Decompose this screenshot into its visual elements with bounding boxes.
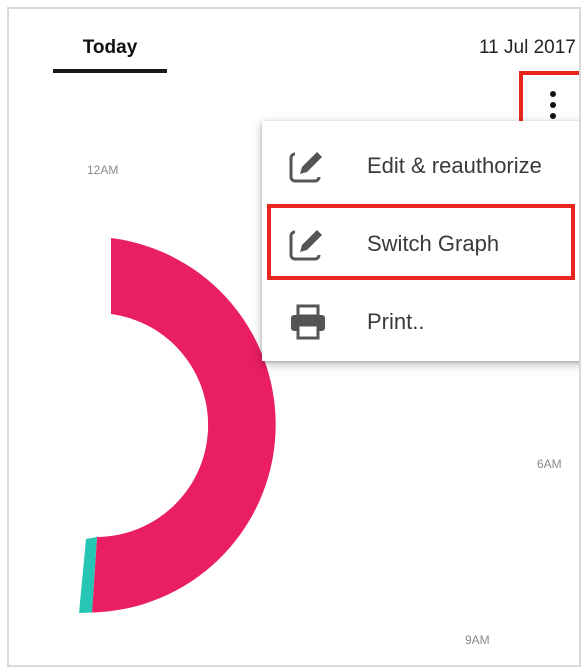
menu-item-label: Switch Graph xyxy=(367,231,500,256)
menu-item-edit-reauthorize[interactable]: Edit & reauthorize xyxy=(262,131,579,201)
menu-item-switch-graph[interactable]: Switch Graph xyxy=(262,209,579,279)
menu-item-print[interactable]: Print.. xyxy=(262,287,579,357)
edit-icon xyxy=(289,228,322,261)
menu-item-label: Print.. xyxy=(367,309,425,334)
print-icon xyxy=(291,304,325,340)
edit-icon xyxy=(289,150,322,183)
overflow-menu: Edit & reauthorize Switch Graph Print.. xyxy=(262,121,579,361)
activity-segment-primary xyxy=(92,238,276,613)
menu-item-label: Edit & reauthorize xyxy=(367,153,542,178)
screenshot-frame: Today 11 Jul 2017 12AM 6AM 9AM Edit & re… xyxy=(7,7,581,667)
